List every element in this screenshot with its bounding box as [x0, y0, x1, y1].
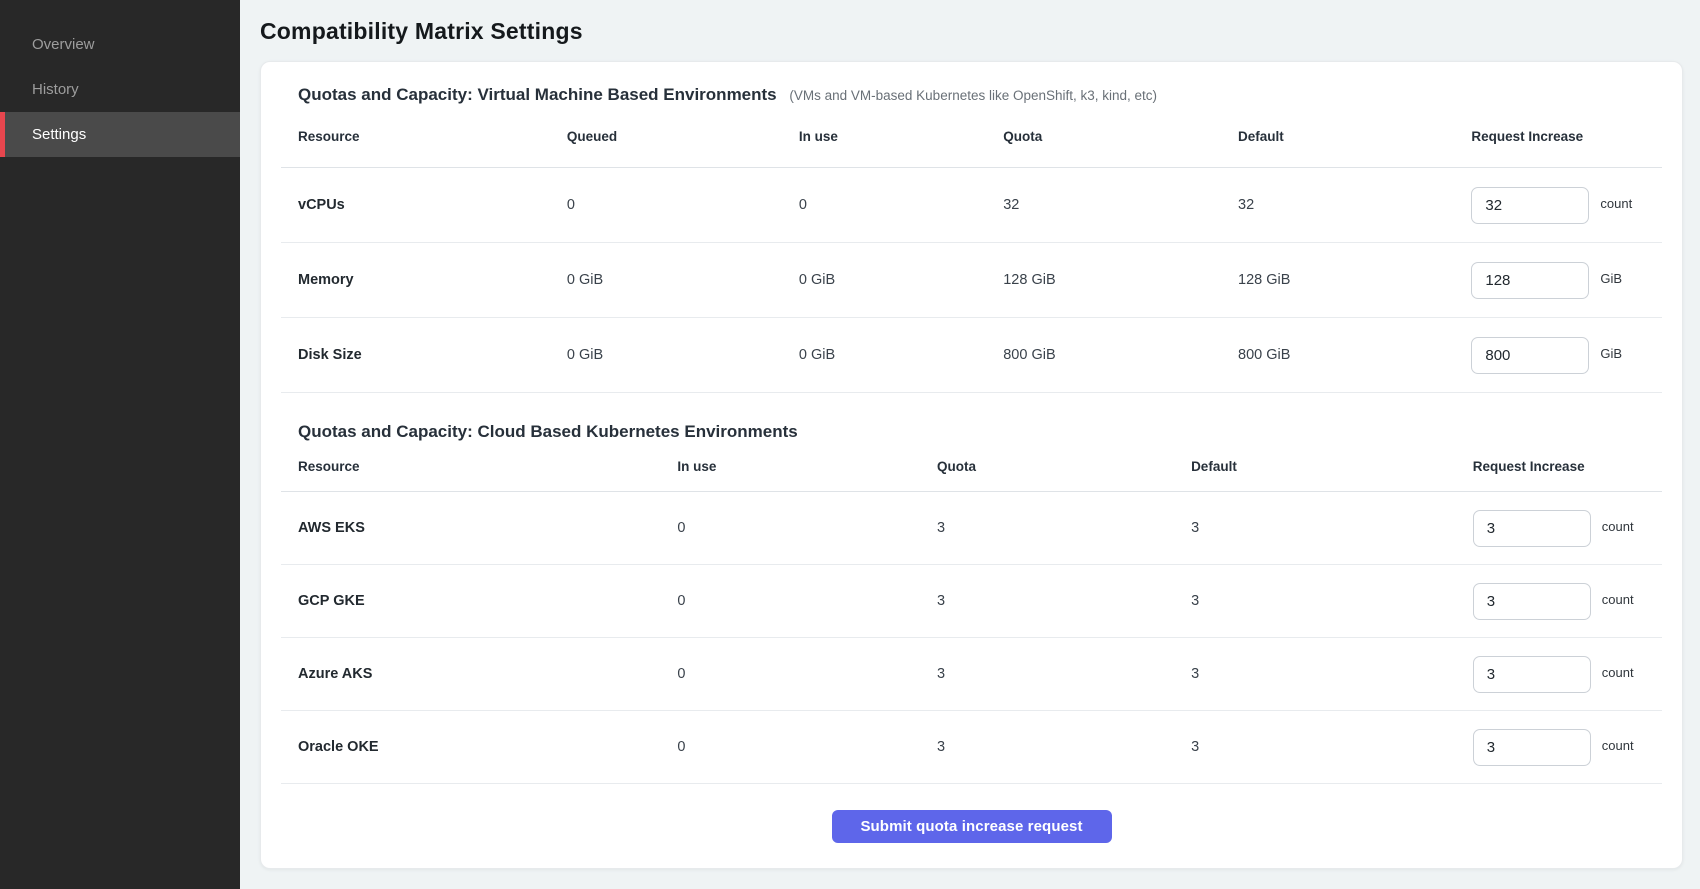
page-title: Compatibility Matrix Settings [260, 18, 1683, 45]
default-value: 3 [1191, 593, 1473, 609]
request-increase-cell: count [1473, 510, 1662, 547]
column-header-default: Default [1238, 129, 1471, 144]
table-row-azure-aks: Azure AKS 0 3 3 count [281, 638, 1662, 711]
unit-label: GiB [1600, 271, 1622, 286]
settings-card: Quotas and Capacity: Virtual Machine Bas… [260, 61, 1683, 869]
default-value: 3 [1191, 739, 1473, 755]
table-row-disk-size: Disk Size 0 GiB 0 GiB 800 GiB 800 GiB Gi… [281, 318, 1662, 393]
quota-value: 3 [937, 739, 1191, 755]
disk-size-request-input[interactable] [1471, 337, 1589, 374]
quota-value: 3 [937, 520, 1191, 536]
unit-label: GiB [1600, 346, 1622, 361]
unit-label: count [1602, 592, 1634, 607]
table-row-memory: Memory 0 GiB 0 GiB 128 GiB 128 GiB GiB [281, 243, 1662, 318]
in-use-value: 0 [677, 593, 937, 609]
column-header-request-increase: Request Increase [1471, 129, 1662, 144]
in-use-value: 0 GiB [799, 272, 1003, 288]
section-title-text: Quotas and Capacity: Virtual Machine Bas… [298, 85, 777, 104]
sidebar-item-label: Overview [32, 36, 95, 53]
section-subtitle: (VMs and VM-based Kubernetes like OpenSh… [789, 88, 1157, 103]
resource-name: Azure AKS [281, 666, 677, 682]
request-increase-cell: count [1471, 187, 1662, 224]
table-row-aws-eks: AWS EKS 0 3 3 count [281, 492, 1662, 565]
in-use-value: 0 [677, 666, 937, 682]
resource-name: Disk Size [281, 347, 567, 363]
column-header-quota: Quota [937, 459, 1191, 474]
azure-aks-request-input[interactable] [1473, 656, 1591, 693]
resource-name: AWS EKS [281, 520, 677, 536]
sidebar: Overview History Settings [0, 0, 240, 889]
column-header-in-use: In use [677, 459, 937, 474]
resource-name: Memory [281, 272, 567, 288]
column-header-request-increase: Request Increase [1473, 459, 1662, 474]
table-row-gcp-gke: GCP GKE 0 3 3 count [281, 565, 1662, 638]
sidebar-item-overview[interactable]: Overview [0, 22, 240, 67]
in-use-value: 0 [799, 197, 1003, 213]
section-title-cloud: Quotas and Capacity: Cloud Based Kuberne… [298, 421, 1662, 442]
submit-button-row: Submit quota increase request [281, 784, 1662, 869]
vm-table-header: Resource Queued In use Quota Default Req… [281, 106, 1662, 168]
quota-value: 32 [1003, 197, 1238, 213]
in-use-value: 0 [677, 520, 937, 536]
unit-label: count [1600, 196, 1632, 211]
default-value: 3 [1191, 520, 1473, 536]
resource-name: GCP GKE [281, 593, 677, 609]
quota-value: 3 [937, 593, 1191, 609]
default-value: 128 GiB [1238, 272, 1471, 288]
section-title-text: Quotas and Capacity: Cloud Based Kuberne… [298, 422, 798, 441]
request-increase-cell: GiB [1471, 262, 1662, 299]
sidebar-item-label: Settings [32, 126, 86, 143]
main-content: Compatibility Matrix Settings Quotas and… [240, 0, 1700, 889]
aws-eks-request-input[interactable] [1473, 510, 1591, 547]
queued-value: 0 GiB [567, 272, 799, 288]
request-increase-cell: count [1473, 656, 1662, 693]
memory-request-input[interactable] [1471, 262, 1589, 299]
table-row-oracle-oke: Oracle OKE 0 3 3 count [281, 711, 1662, 784]
oracle-oke-request-input[interactable] [1473, 729, 1591, 766]
in-use-value: 0 [677, 739, 937, 755]
quota-value: 128 GiB [1003, 272, 1238, 288]
queued-value: 0 [567, 197, 799, 213]
column-header-quota: Quota [1003, 129, 1238, 144]
gcp-gke-request-input[interactable] [1473, 583, 1591, 620]
resource-name: vCPUs [281, 197, 567, 213]
unit-label: count [1602, 738, 1634, 753]
column-header-resource: Resource [281, 459, 677, 474]
default-value: 32 [1238, 197, 1471, 213]
submit-quota-increase-button[interactable]: Submit quota increase request [832, 810, 1112, 843]
sidebar-item-settings[interactable]: Settings [0, 112, 240, 157]
in-use-value: 0 GiB [799, 347, 1003, 363]
resource-name: Oracle OKE [281, 739, 677, 755]
unit-label: count [1602, 519, 1634, 534]
section-title-vm: Quotas and Capacity: Virtual Machine Bas… [298, 84, 1662, 106]
vcpus-request-input[interactable] [1471, 187, 1589, 224]
column-header-queued: Queued [567, 129, 799, 144]
request-increase-cell: count [1473, 583, 1662, 620]
default-value: 3 [1191, 666, 1473, 682]
column-header-resource: Resource [281, 129, 567, 144]
quota-value: 3 [937, 666, 1191, 682]
quota-value: 800 GiB [1003, 347, 1238, 363]
unit-label: count [1602, 665, 1634, 680]
request-increase-cell: GiB [1471, 337, 1662, 374]
request-increase-cell: count [1473, 729, 1662, 766]
column-header-default: Default [1191, 459, 1473, 474]
cloud-table-header: Resource In use Quota Default Request In… [281, 442, 1662, 492]
default-value: 800 GiB [1238, 347, 1471, 363]
table-row-vcpus: vCPUs 0 0 32 32 count [281, 168, 1662, 243]
queued-value: 0 GiB [567, 347, 799, 363]
column-header-in-use: In use [799, 129, 1003, 144]
sidebar-item-label: History [32, 81, 79, 98]
sidebar-item-history[interactable]: History [0, 67, 240, 112]
